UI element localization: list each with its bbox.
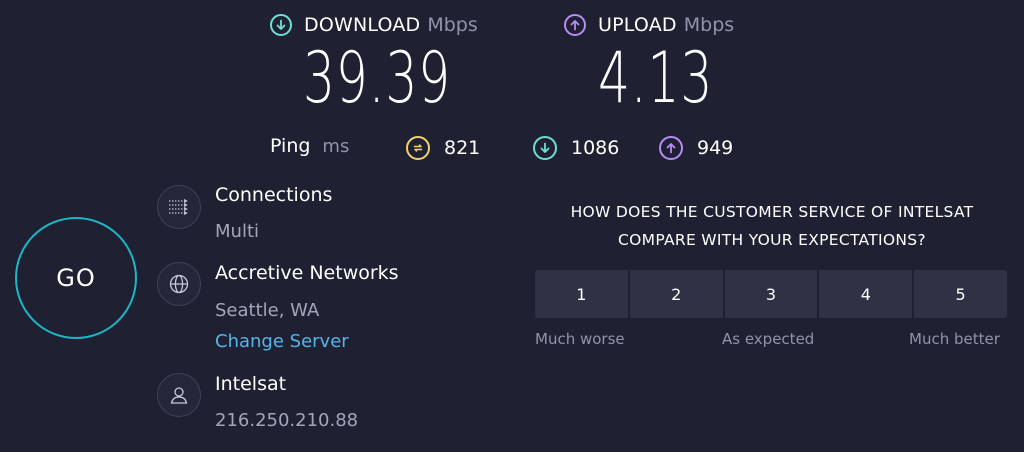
rating-button-1[interactable]: 1: [535, 270, 628, 318]
server-location: Seattle, WA: [215, 300, 320, 321]
arrow-down-icon: [533, 136, 557, 160]
ping-label-group: Ping ms: [270, 135, 349, 157]
upload-value: 4.13: [598, 37, 714, 119]
isp-ip-address: 216.250.210.88: [215, 410, 359, 431]
rating-button-4[interactable]: 4: [817, 270, 913, 318]
ping-jitter-value: 821: [444, 137, 481, 159]
rating-scale: 1 2 3 4 5: [535, 270, 1007, 318]
user-icon: [157, 373, 201, 417]
download-label: DOWNLOAD: [304, 14, 421, 36]
globe-icon: [157, 262, 201, 306]
isp-name: Intelsat: [215, 373, 287, 395]
download-section: DOWNLOAD Mbps: [270, 10, 478, 40]
arrow-up-circle-icon: [564, 14, 586, 36]
server-name: Accretive Networks: [215, 262, 399, 284]
go-button[interactable]: GO: [15, 217, 137, 339]
go-label: GO: [56, 264, 96, 292]
ping-unit: ms: [322, 136, 350, 157]
download-value: 39.39: [303, 37, 451, 119]
upload-header: UPLOAD Mbps: [564, 10, 734, 40]
change-server-link[interactable]: Change Server: [215, 331, 349, 352]
rating-caption-mid: As expected: [722, 330, 815, 348]
connections-mode[interactable]: Multi: [215, 221, 259, 242]
rating-button-2[interactable]: 2: [627, 270, 723, 318]
survey-question-line1: HOW DOES THE CUSTOMER SERVICE OF INTELSA…: [570, 203, 974, 221]
upload-label: UPLOAD: [598, 14, 677, 36]
ping-download: 1086: [533, 136, 619, 160]
ping-label: Ping: [270, 135, 311, 157]
jitter-icon: [406, 136, 430, 160]
rating-caption-high: Much better: [909, 330, 1000, 348]
upload-unit: Mbps: [683, 14, 735, 36]
download-header: DOWNLOAD Mbps: [270, 10, 478, 40]
ping-jitter: 821: [406, 136, 480, 160]
ping-upload: 949: [659, 136, 733, 160]
connections-icon: [157, 185, 201, 229]
connections-title: Connections: [215, 184, 333, 206]
arrow-down-circle-icon: [270, 14, 292, 36]
rating-button-3[interactable]: 3: [722, 270, 818, 318]
upload-section: UPLOAD Mbps: [564, 10, 734, 40]
rating-caption-low: Much worse: [535, 330, 625, 348]
survey-question-line2: COMPARE WITH YOUR EXPECTATIONS?: [618, 231, 926, 249]
download-unit: Mbps: [427, 14, 478, 36]
ping-upload-value: 949: [697, 137, 734, 159]
rating-button-5[interactable]: 5: [912, 270, 1007, 318]
survey-question: HOW DOES THE CUSTOMER SERVICE OF INTELSA…: [530, 198, 1014, 254]
arrow-up-icon: [659, 136, 683, 160]
ping-download-value: 1086: [571, 137, 620, 159]
